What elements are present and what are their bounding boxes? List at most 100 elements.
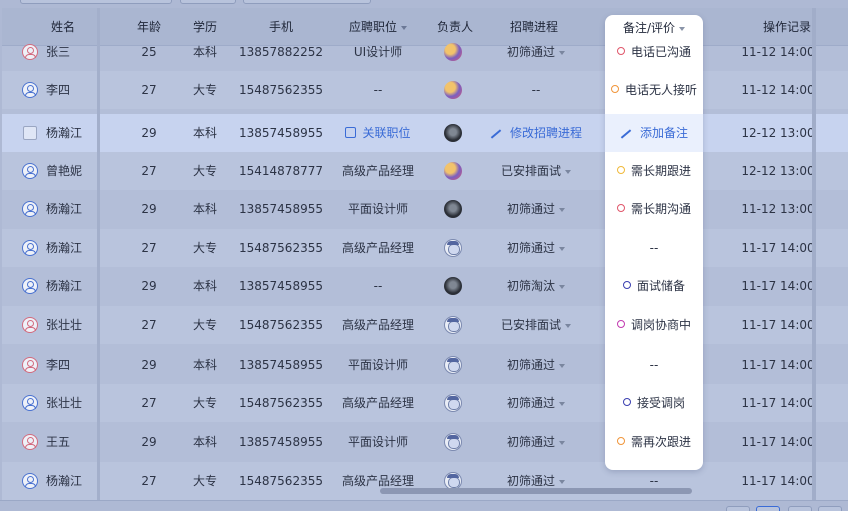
pagination-button[interactable] [726, 506, 750, 511]
owner-avatar[interactable] [444, 81, 462, 99]
position-text: UI设计师 [353, 45, 403, 59]
cell-phone: 15487562355 [239, 396, 323, 410]
table-row[interactable]: 王五 29 本科 13857458955 平面设计师 初筛通过 11-17 14:00 [2, 423, 848, 461]
chevron-down-icon[interactable] [559, 479, 565, 484]
cell-progress: 已安排面试 [480, 306, 592, 344]
chevron-down-icon[interactable] [559, 50, 565, 55]
chevron-down-icon[interactable] [559, 363, 565, 368]
toolbar-button[interactable] [243, 0, 371, 4]
table-row[interactable]: 张壮壮 27 大专 15487562355 高级产品经理 初筛通过 11-17 14:00 [2, 384, 848, 422]
owner-avatar[interactable] [444, 316, 462, 334]
note-text: -- [649, 241, 659, 255]
note-text: 面试储备 [636, 279, 685, 293]
table-row[interactable]: 杨瀚江 29 本科 13857458955 -- 初筛淘汰 11-17 14:00 [2, 267, 848, 305]
owner-avatar[interactable] [444, 239, 462, 257]
cell-edu: 大专 [192, 241, 217, 255]
cell-name: 李四 [46, 358, 71, 372]
status-dot-icon [616, 47, 625, 55]
table-row[interactable]: 李四 29 本科 13857458955 平面设计师 初筛通过 11-17 14:00 [2, 346, 848, 384]
progress-link-label: 修改招聘进程 [509, 126, 582, 140]
position-text: 高级产品经理 [341, 164, 414, 178]
add-note-button[interactable]: 添加备注 [605, 114, 703, 152]
cell-name: 杨瀚江 [46, 474, 83, 488]
cell-position: 高级产品经理 [332, 306, 424, 344]
cell-time: 12-12 13:00 [741, 164, 815, 178]
chevron-down-icon[interactable] [559, 440, 565, 445]
pagination-button[interactable] [788, 506, 812, 511]
owner-avatar[interactable] [444, 162, 462, 180]
cell-phone: 15487562355 [239, 318, 323, 332]
pagination-button[interactable] [756, 506, 780, 511]
status-dot-icon [616, 437, 625, 445]
chevron-down-icon[interactable] [565, 323, 571, 328]
position-text: 平面设计师 [347, 358, 408, 372]
status-dot-icon [610, 85, 619, 93]
link-position-action[interactable]: 关联职位 [345, 126, 411, 140]
note-cell: 接受调岗 [605, 384, 703, 422]
table-row[interactable]: 杨瀚江 27 大专 15487562355 高级产品经理 初筛通过 11-17 14:00 [2, 462, 848, 500]
cell-position: 高级产品经理 [332, 384, 424, 422]
table-row[interactable]: 杨瀚江 27 大专 15487562355 高级产品经理 初筛通过 11-17 14:00 [2, 229, 848, 267]
cell-phone: 15487562355 [239, 83, 323, 97]
pagination-button[interactable] [818, 506, 842, 511]
toolbar-button[interactable] [20, 0, 172, 4]
owner-avatar[interactable] [444, 124, 462, 142]
note-text: 调岗协商中 [630, 318, 691, 332]
table-row[interactable]: 曾艳妮 27 大专 15414878777 高级产品经理 已安排面试 12-12 13:00 [2, 152, 848, 190]
position-link-label: 关联职位 [362, 126, 411, 140]
notes-column: 备注/评价 电话已沟通 电话无人接听 添加备注 需长期跟进 需长期沟通 -- 面试储备 调岗协… [605, 15, 703, 488]
cell-phone: 15487562355 [239, 474, 323, 488]
status-dot-icon [616, 166, 625, 174]
owner-avatar[interactable] [444, 356, 462, 374]
owner-avatar[interactable] [444, 43, 462, 61]
table-row[interactable]: 张三 25 本科 13857882252 UI设计师 初筛通过 11-12 14:00 [2, 33, 848, 71]
status-dot-icon [622, 281, 631, 289]
pencil-icon [620, 129, 632, 139]
table-row[interactable]: 张壮壮 27 大专 15487562355 高级产品经理 已安排面试 11-17 14:00 [2, 306, 848, 344]
cell-edu: 本科 [192, 126, 217, 140]
chevron-down-icon[interactable] [559, 207, 565, 212]
candidate-table: 姓名 年龄 学历 手机 应聘职位 负责人 招聘进程 操作记录 张三 25 本科 138… [2, 8, 848, 500]
progress-text: 初筛通过 [506, 396, 555, 410]
cell-phone: 13857458955 [239, 435, 323, 449]
chevron-down-icon[interactable] [565, 169, 571, 174]
chevron-down-icon[interactable] [559, 401, 565, 406]
owner-avatar[interactable] [444, 277, 462, 295]
note-cell: 调岗协商中 [605, 306, 703, 344]
cell-edu: 大专 [192, 474, 217, 488]
owner-avatar[interactable] [444, 433, 462, 451]
status-dot-icon [622, 398, 631, 406]
cell-age: 29 [141, 126, 157, 140]
note-text: 电话已沟通 [630, 45, 691, 59]
note-text: 添加备注 [639, 126, 688, 140]
owner-avatar[interactable] [444, 200, 462, 218]
cell-edu: 大专 [192, 396, 217, 410]
note-cell: -- [605, 229, 703, 267]
pencil-icon [490, 129, 502, 139]
progress-text: 初筛通过 [506, 474, 555, 488]
chevron-down-icon[interactable] [559, 246, 565, 251]
note-cell: 面试储备 [605, 267, 703, 305]
cell-age: 27 [141, 318, 157, 332]
cell-age: 27 [141, 241, 157, 255]
table-row[interactable]: 杨瀚江 29 本科 13857458955 平面设计师 初筛通过 11-12 13:00 [2, 190, 848, 228]
note-text: -- [649, 474, 659, 488]
toolbar-button[interactable] [180, 0, 236, 4]
cell-edu: 本科 [192, 279, 217, 293]
cell-position: -- [332, 267, 424, 305]
cell-phone: 15487562355 [239, 241, 323, 255]
cell-progress: -- [480, 71, 592, 109]
cell-name: 杨瀚江 [46, 279, 83, 293]
cell-age: 29 [141, 358, 157, 372]
edit-progress-action[interactable]: 修改招聘进程 [490, 126, 582, 140]
toolbar-strip [0, 0, 848, 8]
cell-time: 11-12 14:00 [741, 45, 815, 59]
table-row[interactable]: 杨瀚江 29 本科 13857458955 关联职位 修改招聘进程 12-12 13:00 [2, 114, 848, 152]
owner-avatar[interactable] [444, 394, 462, 412]
horizontal-scrollbar[interactable] [380, 488, 692, 494]
chevron-down-icon[interactable] [559, 284, 565, 289]
table-row[interactable]: 李四 27 大专 15487562355 -- -- 11-12 14:00 [2, 71, 848, 109]
position-text: 高级产品经理 [341, 474, 414, 488]
note-cell: -- [605, 346, 703, 384]
cell-progress: 初筛通过 [480, 229, 592, 267]
